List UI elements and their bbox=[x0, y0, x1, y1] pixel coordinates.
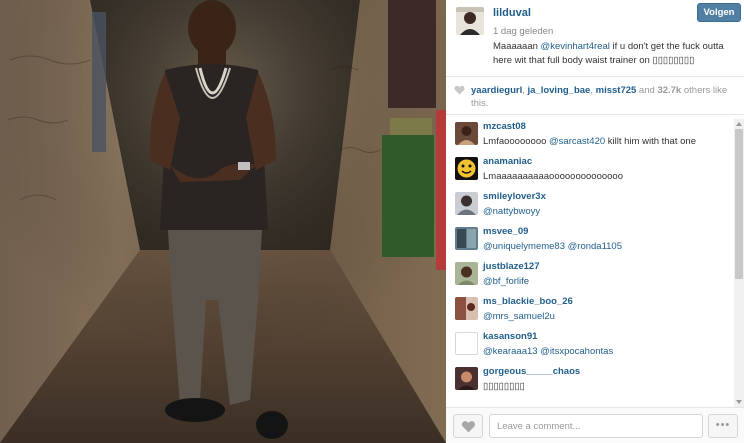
comment-username[interactable]: kasanson91 bbox=[483, 331, 537, 342]
post-header: lilduval 1 dag geleden Maaaaaan @kevinha… bbox=[446, 0, 744, 76]
comment-avatar[interactable] bbox=[455, 332, 478, 355]
comment-text: @mrs_samuel2u bbox=[483, 311, 555, 322]
divider bbox=[446, 114, 744, 115]
liker-link[interactable]: misst725 bbox=[596, 85, 637, 96]
comment-footer: ••• bbox=[446, 407, 744, 443]
divider bbox=[446, 76, 744, 77]
owner-avatar[interactable] bbox=[456, 7, 484, 35]
comment-avatar[interactable] bbox=[455, 297, 478, 320]
likes-text: yaardiegurl, ja_loving_bae, misst725 and… bbox=[471, 84, 733, 110]
comment-item: kasanson91 @kearaaa13 @itsxpocahontas bbox=[446, 329, 734, 363]
comment-scrollbar[interactable] bbox=[734, 119, 744, 407]
comment-username[interactable]: smileylover3x bbox=[483, 191, 546, 202]
comment-text-post: killt him with that one bbox=[605, 136, 696, 147]
comment-item: smileylover3x @nattybwoyy bbox=[446, 189, 734, 223]
post-timestamp: 1 dag geleden bbox=[493, 26, 554, 37]
owner-username[interactable]: lilduval bbox=[493, 7, 531, 19]
comment-mention-link[interactable]: @kearaaa13 @itsxpocahontas bbox=[483, 346, 613, 357]
comment-avatar[interactable] bbox=[455, 227, 478, 250]
instagram-post-modal: lilduval 1 dag geleden Maaaaaan @kevinha… bbox=[0, 0, 744, 443]
caption-mention-link[interactable]: @kevinhart4real bbox=[541, 41, 610, 52]
comment-avatar[interactable] bbox=[455, 157, 478, 180]
comment-text-pre: Lmaaaaaaaaaaoooooooooooooo bbox=[483, 171, 623, 182]
comment-username[interactable]: anamaniac bbox=[483, 156, 532, 167]
comment-input[interactable] bbox=[489, 414, 703, 438]
comment-item: ms_blackie_boo_26 @mrs_samuel2u bbox=[446, 294, 734, 328]
like-count[interactable]: 32.7k bbox=[657, 85, 681, 96]
comment-avatar[interactable] bbox=[455, 367, 478, 390]
ellipsis-icon[interactable]: ••• bbox=[708, 414, 738, 438]
photo-illustration bbox=[0, 0, 446, 443]
scroll-down-arrow-icon[interactable] bbox=[736, 400, 742, 404]
heart-icon bbox=[461, 421, 476, 433]
comment-text: @bf_forlife bbox=[483, 276, 529, 287]
comment-item: anamaniac Lmaaaaaaaaaaoooooooooooooo bbox=[446, 154, 734, 188]
comment-text: @kearaaa13 @itsxpocahontas bbox=[483, 346, 613, 357]
comment-list[interactable]: mzcast08 Lmfaoooooooo @sarcast420 killt … bbox=[446, 119, 744, 407]
comment-item: msvee_09 @uniquelymeme83 @ronda1105 bbox=[446, 224, 734, 258]
caption-text: Maaaaaan bbox=[493, 41, 541, 52]
comment-username[interactable]: ms_blackie_boo_26 bbox=[483, 296, 573, 307]
post-photo[interactable] bbox=[0, 0, 446, 443]
comment-item: justblaze127 @bf_forlife bbox=[446, 259, 734, 293]
post-caption: Maaaaaan @kevinhart4real if u don't get … bbox=[493, 40, 725, 68]
comment-mention-link[interactable]: @nattybwoyy bbox=[483, 206, 540, 217]
comment-mention-link[interactable]: @sarcast420 bbox=[549, 136, 605, 147]
comment-avatar[interactable] bbox=[455, 192, 478, 215]
likes-summary: yaardiegurl, ja_loving_bae, misst725 and… bbox=[446, 82, 744, 112]
comment-text-pre: ▯▯▯▯▯▯▯▯ bbox=[483, 381, 525, 392]
comment-text: Lmaaaaaaaaaaoooooooooooooo bbox=[483, 171, 623, 182]
post-sidebar: lilduval 1 dag geleden Maaaaaan @kevinha… bbox=[446, 0, 744, 443]
comment-text: ▯▯▯▯▯▯▯▯ bbox=[483, 381, 525, 392]
heart-icon bbox=[454, 85, 465, 95]
scroll-up-arrow-icon[interactable] bbox=[736, 122, 742, 126]
liker-link[interactable]: yaardiegurl bbox=[471, 85, 522, 96]
comment-text: Lmfaoooooooo @sarcast420 killt him with … bbox=[483, 136, 696, 147]
caption-emoji: ▯▯▯▯▯▯▯▯ bbox=[652, 55, 695, 66]
scrollbar-thumb[interactable] bbox=[735, 129, 743, 279]
comment-avatar[interactable] bbox=[455, 122, 478, 145]
comment-username[interactable]: justblaze127 bbox=[483, 261, 540, 272]
comment-mention-link[interactable]: @mrs_samuel2u bbox=[483, 311, 555, 322]
follow-button[interactable]: Volgen bbox=[697, 3, 741, 22]
comment-username[interactable]: gorgeous_____chaos bbox=[483, 366, 580, 377]
like-button[interactable] bbox=[453, 414, 483, 438]
comment-avatar[interactable] bbox=[455, 262, 478, 285]
comment-mention-link[interactable]: @bf_forlife bbox=[483, 276, 529, 287]
comment-text: @nattybwoyy bbox=[483, 206, 540, 217]
comment-item: gorgeous_____chaos ▯▯▯▯▯▯▯▯ bbox=[446, 364, 734, 398]
comment-item: mzcast08 Lmfaoooooooo @sarcast420 killt … bbox=[446, 119, 734, 153]
comment-username[interactable]: mzcast08 bbox=[483, 121, 526, 132]
comment-mention-link[interactable]: @uniquelymeme83 @ronda1105 bbox=[483, 241, 622, 252]
comment-username[interactable]: msvee_09 bbox=[483, 226, 528, 237]
liker-link[interactable]: ja_loving_bae bbox=[528, 85, 591, 96]
comment-text-pre: Lmfaoooooooo bbox=[483, 136, 550, 147]
likes-and: and bbox=[636, 85, 658, 96]
comment-text: @uniquelymeme83 @ronda1105 bbox=[483, 241, 622, 252]
